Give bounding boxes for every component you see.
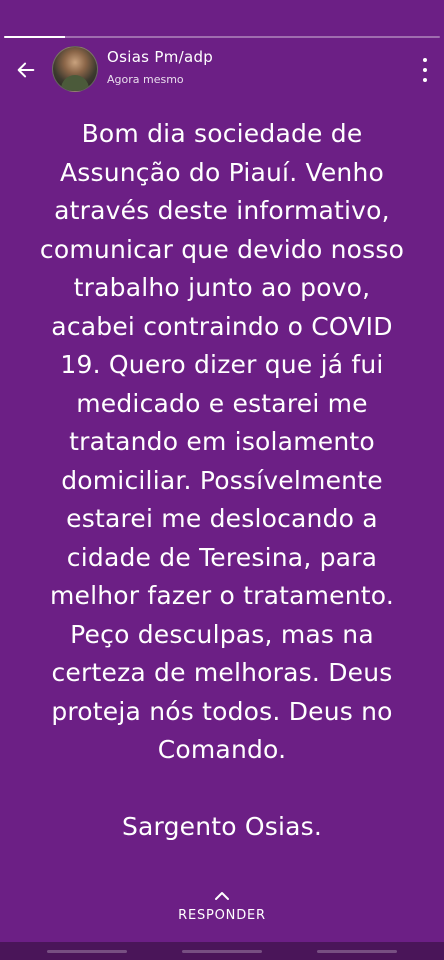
story-text-line: certeza de melhoras. Deus <box>51 658 393 687</box>
story-text-line: melhor fazer o tratamento. <box>49 581 395 610</box>
story-text-line: proteja nós todos. Deus no <box>51 696 393 726</box>
nav-home-button[interactable] <box>181 949 262 953</box>
more-vertical-icon <box>423 58 427 62</box>
story-text-line: comunicar que devido nosso <box>39 234 405 264</box>
more-options-button[interactable] <box>420 58 430 82</box>
story-text-line: Assunção do Piauí. Venho <box>59 157 385 187</box>
story-text-line: trabalho junto ao povo, <box>73 273 371 302</box>
story-text-line: cidade de Teresina, para <box>66 542 378 572</box>
story-text-line: através deste informativo, <box>54 196 390 225</box>
story-header: Osias Pm/adp Agora mesmo <box>0 44 444 96</box>
nav-recents-button[interactable] <box>47 949 128 953</box>
arrow-left-icon <box>17 62 35 78</box>
story-message-text: Bom dia sociedade de Assunção do Piauí. V… <box>20 115 424 847</box>
system-navigation-bar <box>0 942 444 960</box>
story-text-line: acabei contraindo o COVID <box>51 311 393 341</box>
story-text-line: Sargento Osias. <box>121 812 323 841</box>
post-timestamp: Agora mesmo <box>107 73 184 86</box>
chevron-up-icon <box>215 892 229 900</box>
more-vertical-icon-dot <box>423 78 427 82</box>
story-text-line: Bom dia sociedade de <box>81 119 363 148</box>
story-text-line: Comando. <box>157 735 287 764</box>
story-text-line: estarei me deslocando a <box>66 504 378 533</box>
nav-back-button[interactable] <box>316 949 397 953</box>
story-text-line: 19. Quero dizer que já fui <box>60 350 384 379</box>
story-text-line: Peço desculpas, mas na <box>70 619 374 649</box>
story-progress-fill <box>4 36 66 38</box>
story-text-line: domiciliar. Possívelmente <box>61 465 383 495</box>
story-text-line: medicado e estarei me <box>76 388 368 418</box>
user-name[interactable]: Osias Pm/adp <box>107 48 213 66</box>
story-text-line: tratando em isolamento <box>69 427 375 456</box>
back-button[interactable] <box>12 56 40 84</box>
reply-label: RESPONDER <box>178 908 266 923</box>
reply-button[interactable]: RESPONDER <box>0 890 444 923</box>
story-progress-bar <box>4 36 440 38</box>
more-vertical-icon-dot <box>423 68 427 72</box>
avatar[interactable] <box>52 46 98 92</box>
story-text-line <box>20 770 424 809</box>
